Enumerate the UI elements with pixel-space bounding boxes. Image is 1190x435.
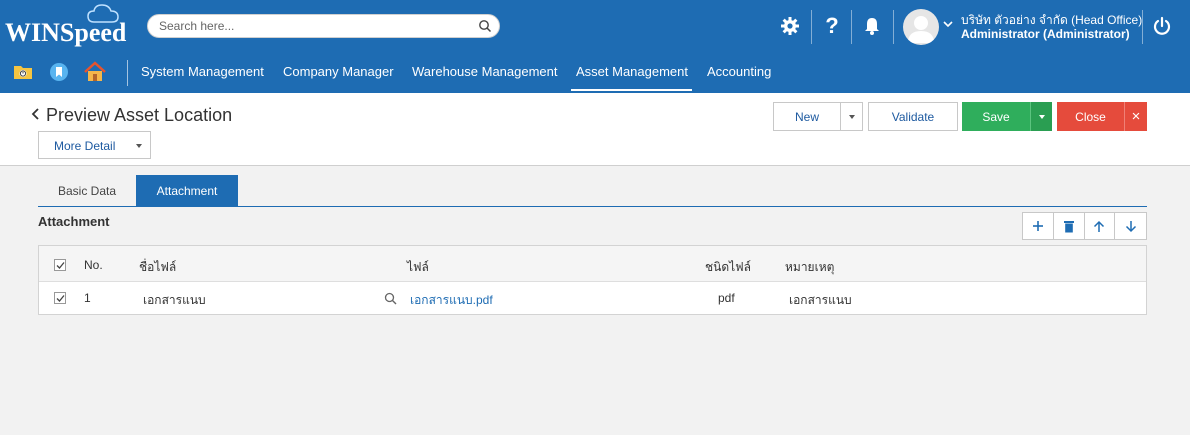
folder-icon[interactable] bbox=[12, 61, 34, 83]
chevron-down-icon[interactable] bbox=[942, 18, 954, 30]
nav-asset-management[interactable]: Asset Management bbox=[570, 64, 693, 91]
check-icon bbox=[56, 295, 65, 302]
page-title: Preview Asset Location bbox=[46, 105, 233, 125]
user-role: Administrator (Administrator) bbox=[961, 27, 1130, 41]
check-icon bbox=[56, 262, 65, 269]
search-icon[interactable] bbox=[478, 19, 492, 33]
cell-file-name[interactable]: เอกสารแนบ bbox=[143, 291, 206, 310]
move-down-button[interactable] bbox=[1115, 213, 1146, 239]
move-up-button[interactable] bbox=[1085, 213, 1116, 239]
nav-divider bbox=[127, 60, 128, 86]
bookmark-icon[interactable] bbox=[48, 61, 70, 83]
tab-underline bbox=[38, 206, 1147, 207]
close-button[interactable]: Close bbox=[1057, 102, 1124, 131]
attachment-toolbar bbox=[1022, 212, 1147, 240]
attachment-table: No. ชื่อไฟล์ ไฟล์ ชนิดไฟล์ หมายเหตุ 1 เอ… bbox=[38, 245, 1147, 315]
file-link[interactable]: เอกสารแนบ.pdf bbox=[410, 291, 493, 310]
column-header-no[interactable]: No. bbox=[84, 258, 103, 272]
cell-file-type: pdf bbox=[718, 291, 735, 305]
close-icon[interactable]: × bbox=[1124, 102, 1147, 131]
search-icon[interactable] bbox=[384, 292, 397, 305]
divider bbox=[1142, 10, 1143, 44]
nav-company-manager[interactable]: Company Manager bbox=[283, 64, 394, 79]
table-header: No. ชื่อไฟล์ ไฟล์ ชนิดไฟล์ หมายเหตุ bbox=[39, 246, 1146, 282]
chevron-left-icon[interactable] bbox=[30, 106, 42, 122]
top-bar: WINSpeed ? bbox=[0, 0, 1190, 51]
delete-button[interactable] bbox=[1054, 213, 1085, 239]
power-icon[interactable] bbox=[1150, 13, 1174, 39]
column-header-file-name[interactable]: ชื่อไฟล์ bbox=[139, 258, 176, 277]
column-header-file-type[interactable]: ชนิดไฟล์ bbox=[705, 258, 751, 277]
winspeed-logo[interactable]: WINSpeed bbox=[5, 18, 126, 48]
more-detail-label: More Detail bbox=[54, 139, 116, 153]
trash-icon bbox=[1063, 220, 1074, 232]
validate-button[interactable]: Validate bbox=[868, 102, 958, 131]
plus-icon bbox=[1032, 221, 1043, 231]
nav-accounting[interactable]: Accounting bbox=[707, 64, 771, 79]
new-button[interactable]: New bbox=[773, 102, 841, 131]
divider bbox=[893, 10, 894, 44]
column-header-file[interactable]: ไฟล์ bbox=[407, 258, 429, 277]
avatar[interactable] bbox=[903, 9, 939, 45]
arrow-down-icon bbox=[1125, 220, 1136, 232]
caret-down-icon bbox=[1038, 114, 1045, 119]
arrow-up-icon bbox=[1094, 220, 1105, 232]
cell-remark[interactable]: เอกสารแนบ bbox=[789, 291, 852, 310]
table-row[interactable]: 1 เอกสารแนบ เอกสารแนบ.pdf pdf เอกสารแนบ bbox=[39, 282, 1146, 314]
question-icon[interactable]: ? bbox=[820, 13, 844, 39]
add-button[interactable] bbox=[1023, 213, 1054, 239]
save-button[interactable]: Save bbox=[962, 102, 1030, 131]
divider bbox=[811, 10, 812, 44]
gear-icon[interactable] bbox=[778, 13, 802, 39]
tab-attachment[interactable]: Attachment bbox=[136, 175, 238, 206]
search-input[interactable] bbox=[159, 18, 469, 34]
section-title: Attachment bbox=[38, 214, 110, 229]
new-dropdown-button[interactable] bbox=[840, 102, 863, 131]
column-header-remark[interactable]: หมายเหตุ bbox=[785, 258, 834, 277]
more-detail-dropdown[interactable]: More Detail bbox=[38, 131, 151, 159]
divider bbox=[851, 10, 852, 44]
tab-basic-data[interactable]: Basic Data bbox=[38, 175, 136, 206]
save-dropdown-button[interactable] bbox=[1030, 102, 1052, 131]
main-nav: System Management Company Manager Wareho… bbox=[0, 51, 1190, 93]
search-box[interactable] bbox=[147, 14, 500, 38]
bell-icon[interactable] bbox=[860, 13, 884, 39]
nav-warehouse-management[interactable]: Warehouse Management bbox=[412, 64, 558, 79]
caret-down-icon bbox=[136, 144, 142, 148]
page-header: Preview Asset Location More Detail New V… bbox=[0, 93, 1190, 166]
row-checkbox[interactable] bbox=[54, 292, 66, 304]
nav-system-management[interactable]: System Management bbox=[141, 64, 264, 79]
caret-down-icon bbox=[848, 114, 855, 119]
select-all-checkbox[interactable] bbox=[54, 259, 66, 271]
cell-no: 1 bbox=[84, 291, 91, 305]
home-icon[interactable] bbox=[83, 61, 107, 83]
